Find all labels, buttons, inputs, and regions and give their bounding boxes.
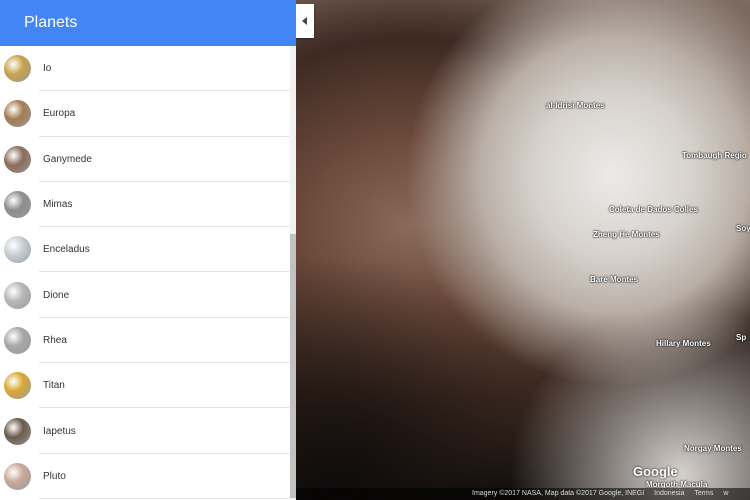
map-label-zheng-he: Zheng He Montes xyxy=(593,230,660,239)
planet-item-enceladus[interactable]: Enceladus xyxy=(0,227,290,273)
map-label-norgay: Norgay Montes xyxy=(684,444,742,453)
planet-thumbnail xyxy=(4,100,31,128)
planet-label: Rhea xyxy=(43,334,67,346)
terms-link[interactable]: Terms xyxy=(694,490,713,497)
map-label-soy: Soy xyxy=(736,224,750,233)
planet-list: Io Europa Ganymede Mimas Enceladus Dione Rhea T… xyxy=(0,46,290,499)
planet-label: Pluto xyxy=(43,470,66,482)
planet-item-mimas[interactable]: Mimas xyxy=(0,182,290,228)
sidebar-header: Planets xyxy=(0,0,296,46)
planet-label: Enceladus xyxy=(43,244,90,256)
map-view[interactable]: al-Idrisi Montes Tombaugh Regio Coleta d… xyxy=(296,0,750,500)
row-divider xyxy=(39,497,290,499)
chevron-left-icon xyxy=(302,17,307,25)
planet-label: Iapetus xyxy=(43,425,76,437)
planet-item-titan[interactable]: Titan xyxy=(0,363,290,409)
planet-thumbnail xyxy=(4,417,31,445)
extra-link[interactable]: w xyxy=(723,490,728,497)
map-label-sp: Sp xyxy=(736,333,747,342)
planet-label: Europa xyxy=(43,108,76,120)
scrollbar-thumb[interactable] xyxy=(290,234,296,498)
planet-label: Io xyxy=(43,63,52,75)
map-label-al-idrisi: al-Idrisi Montes xyxy=(546,101,605,110)
planet-item-ganymede[interactable]: Ganymede xyxy=(0,137,290,182)
planet-thumbnail xyxy=(4,281,31,309)
map-label-hillary: Hillary Montes xyxy=(656,339,711,348)
attribution-text: Imagery ©2017 NASA, Map data ©2017 Googl… xyxy=(472,490,645,497)
planet-label: Ganymede xyxy=(43,153,92,165)
planet-item-io[interactable]: Io xyxy=(0,46,290,92)
planet-thumbnail xyxy=(4,55,31,83)
sidebar: Planets Io Europa Ganymede Mimas Enceladus Di… xyxy=(0,0,296,500)
planet-item-pluto[interactable]: Pluto xyxy=(0,454,290,499)
map-label-coleta: Coleta de Dados Colles xyxy=(609,205,698,214)
planet-item-rhea[interactable]: Rhea xyxy=(0,318,290,364)
planet-thumbnail xyxy=(4,372,31,400)
planet-label: Dione xyxy=(43,289,70,301)
scrollbar[interactable] xyxy=(290,46,296,500)
map-label-bare: Baré Montes xyxy=(590,275,639,284)
planet-thumbnail xyxy=(4,236,31,264)
planet-label: Mimas xyxy=(43,199,73,211)
planet-item-dione[interactable]: Dione xyxy=(0,272,290,318)
language-link[interactable]: Indonesia xyxy=(654,490,684,497)
planet-thumbnail xyxy=(4,191,31,219)
planet-thumbnail xyxy=(4,326,31,354)
planet-item-iapetus[interactable]: Iapetus xyxy=(0,408,290,454)
collapse-sidebar-button[interactable] xyxy=(296,4,314,38)
planet-thumbnail xyxy=(4,462,31,490)
map-surface xyxy=(296,0,750,500)
map-label-tombaugh: Tombaugh Regio xyxy=(682,151,747,160)
planet-item-europa[interactable]: Europa xyxy=(0,91,290,137)
map-attribution-bar: Imagery ©2017 NASA, Map data ©2017 Googl… xyxy=(296,488,750,500)
planet-label: Titan xyxy=(43,380,65,392)
sidebar-title: Planets xyxy=(24,14,78,31)
google-logo: Google xyxy=(633,464,678,479)
planet-thumbnail xyxy=(4,145,31,173)
